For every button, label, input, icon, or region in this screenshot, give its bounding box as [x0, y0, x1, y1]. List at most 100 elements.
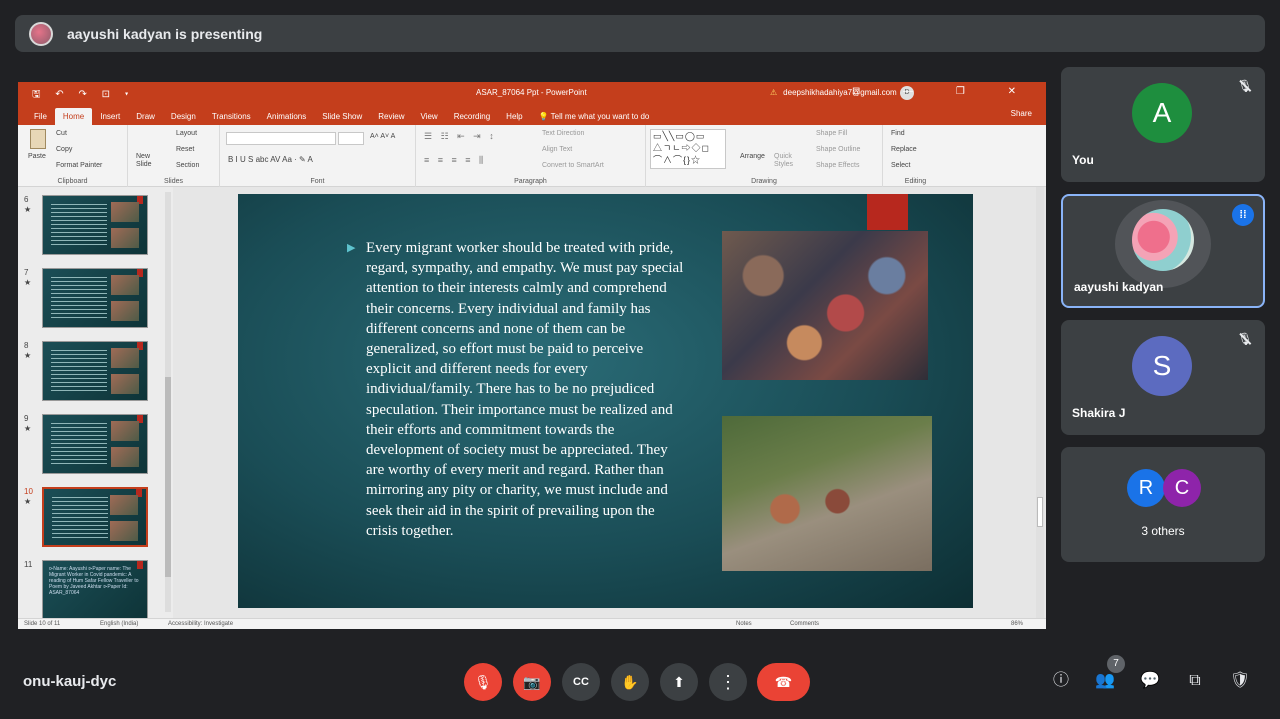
slide-thumbnail-10[interactable]	[42, 487, 148, 547]
paste-button[interactable]: Paste	[28, 153, 46, 160]
camera-toggle-button[interactable]: 📷	[513, 663, 551, 701]
tab-review[interactable]: Review	[370, 108, 412, 125]
zoom-level[interactable]: 86%	[1011, 621, 1023, 627]
align-buttons[interactable]: ≡ ≡ ≡ ≡ ⫼	[424, 155, 486, 166]
participant-tile-presenter[interactable]: ⁞⁞ aayushi kadyan	[1061, 194, 1265, 308]
hand-icon: ✋	[621, 674, 639, 690]
select-button[interactable]: Select	[891, 162, 910, 169]
meeting-info-button[interactable]: ⓘ	[1048, 668, 1074, 694]
drawing-group: ▭╲╲▭◯▭ △ㄱㄴ⇨◇◻ ⌒∧⌒{}☆ Arrange Quick Styles …	[646, 125, 883, 187]
font-format-buttons[interactable]: B I U S abc AV Aa · ✎ A	[228, 155, 313, 164]
share-button[interactable]: Share	[1011, 109, 1032, 118]
tab-home[interactable]: Home	[54, 108, 93, 125]
tab-animations[interactable]: Animations	[259, 108, 315, 125]
slides-label: Slides	[163, 178, 184, 185]
slide-thumbnail-11[interactable]: ⊳Name: Aayushi ⊳Paper name: The Migrant …	[42, 560, 148, 620]
captions-button[interactable]: CC	[562, 663, 600, 701]
speaking-indicator-icon: ⁞⁞	[1232, 204, 1254, 226]
others-count: 3 others	[1141, 524, 1185, 538]
participant-tile-you[interactable]: A 🎙 You	[1061, 67, 1265, 182]
quick-styles-button[interactable]: Quick Styles	[774, 153, 798, 169]
tab-slide-show[interactable]: Slide Show	[314, 108, 370, 125]
cut-button[interactable]: Cut	[56, 130, 67, 137]
language-status[interactable]: English (India)	[100, 621, 138, 627]
tell-me-search[interactable]: 💡 Tell me what you want to do	[531, 108, 658, 125]
chat-icon: 💬	[1140, 672, 1160, 689]
comments-button[interactable]: Comments	[790, 621, 819, 627]
camera-off-icon: 📷	[523, 674, 541, 690]
replace-button[interactable]: Replace	[891, 146, 917, 153]
thumbnails-scrollbar[interactable]	[165, 192, 171, 612]
layout-button[interactable]: Layout	[176, 130, 197, 137]
shared-screen: 🖫 ↶ ↷ ⊡ ▾ ASAR_87064 Ppt - PowerPoint de…	[18, 82, 1046, 629]
participant-tile-others[interactable]: R C 3 others	[1061, 447, 1265, 562]
find-button[interactable]: Find	[891, 130, 905, 137]
slide-body-text[interactable]: Every migrant worker should be treated w…	[366, 238, 686, 541]
presenting-banner: aayushi kadyan is presenting	[15, 15, 1265, 52]
shape-outline-button[interactable]: Shape Outline	[816, 146, 860, 153]
slide-thumbnail-8[interactable]	[42, 341, 148, 401]
more-options-button[interactable]: ⋮	[709, 663, 747, 701]
activities-icon: ⧉	[1189, 672, 1201, 689]
tab-transitions[interactable]: Transitions	[204, 108, 259, 125]
convert-smartart-button[interactable]: Convert to SmartArt	[542, 162, 604, 169]
editing-label: Editing	[904, 178, 927, 185]
text-direction-button[interactable]: Text Direction	[542, 130, 584, 137]
tab-file[interactable]: File	[26, 108, 55, 125]
format-painter-button[interactable]: Format Painter	[56, 162, 102, 169]
font-size-box[interactable]	[338, 132, 364, 145]
paste-icon	[30, 129, 46, 149]
chat-button[interactable]: 💬	[1137, 668, 1163, 694]
shape-effects-button[interactable]: Shape Effects	[816, 162, 859, 169]
present-button[interactable]: ⬆	[660, 663, 698, 701]
tab-draw[interactable]: Draw	[128, 108, 163, 125]
captions-icon: CC	[573, 676, 589, 688]
presenting-text: aayushi kadyan is presenting	[67, 25, 263, 42]
section-button[interactable]: Section	[176, 162, 199, 169]
align-text-button[interactable]: Align Text	[542, 146, 572, 153]
tab-view[interactable]: View	[413, 108, 446, 125]
mic-off-icon: 🎙	[1235, 329, 1255, 349]
tab-design[interactable]: Design	[163, 108, 204, 125]
window-controls[interactable]: ⊡ — ❐ ✕	[852, 86, 1036, 97]
mic-toggle-button[interactable]: 🎙	[464, 663, 502, 701]
quick-access-toolbar[interactable]: 🖫 ↶ ↷ ⊡ ▾	[32, 87, 134, 104]
font-grow-buttons[interactable]: A˄ A˅ A	[370, 133, 395, 140]
thumb-number: 7 ★	[24, 268, 32, 287]
slide-thumbnails-pane: 6 ★ 7 ★ 8 ★ 9 ★ 10 ★ 11 ⊳Name: Aayushi ⊳Paper…	[18, 187, 173, 620]
info-icon: ⓘ	[1052, 672, 1069, 689]
new-slide-button[interactable]: New Slide	[136, 153, 162, 169]
tab-insert[interactable]: Insert	[92, 108, 128, 125]
copy-button[interactable]: Copy	[56, 146, 72, 153]
thumb-number: 10 ★	[24, 487, 33, 506]
mic-off-icon: 🎙	[474, 674, 492, 690]
arrange-button[interactable]: Arrange	[740, 153, 765, 160]
participant-tile-shakira[interactable]: S 🎙 Shakira J	[1061, 320, 1265, 435]
reset-button[interactable]: Reset	[176, 146, 194, 153]
raise-hand-button[interactable]: ✋	[611, 663, 649, 701]
accessibility-status[interactable]: Accessibility: Investigate	[168, 621, 233, 627]
bullet-arrow-icon: ▶	[347, 242, 356, 254]
slide-thumbnail-9[interactable]	[42, 414, 148, 474]
activities-button[interactable]: ⧉	[1182, 668, 1208, 694]
notes-button[interactable]: Notes	[736, 621, 752, 627]
status-bar: Slide 10 of 11 English (India) Accessibi…	[18, 618, 1046, 629]
tab-recording[interactable]: Recording	[446, 108, 498, 125]
meeting-code[interactable]: onu-kauj-dyc	[23, 673, 116, 690]
shapes-gallery[interactable]: ▭╲╲▭◯▭ △ㄱㄴ⇨◇◻ ⌒∧⌒{}☆	[650, 129, 726, 169]
canvas-scrollbar[interactable]	[1036, 187, 1044, 618]
slide-thumbnail-6[interactable]	[42, 195, 148, 255]
current-slide[interactable]: ▶ Every migrant worker should be treated…	[238, 194, 973, 608]
host-controls-button[interactable]: 🛡	[1227, 668, 1253, 694]
leave-call-button[interactable]: ☎	[757, 663, 810, 701]
ribbon-home: Paste Cut Copy Format Painter Clipboard …	[18, 125, 1046, 187]
mic-off-icon: 🎙	[1235, 76, 1255, 96]
shape-fill-button[interactable]: Shape Fill	[816, 130, 847, 137]
tab-help[interactable]: Help	[498, 108, 530, 125]
people-icon: 👥	[1095, 672, 1115, 689]
editing-group: Find Replace Select Editing	[883, 125, 948, 187]
font-name-box[interactable]	[226, 132, 336, 145]
slide-thumbnail-7[interactable]	[42, 268, 148, 328]
people-count-badge: 7	[1107, 655, 1125, 673]
list-buttons[interactable]: ☰ ☷ ⇤ ⇥ ↕	[424, 131, 497, 142]
